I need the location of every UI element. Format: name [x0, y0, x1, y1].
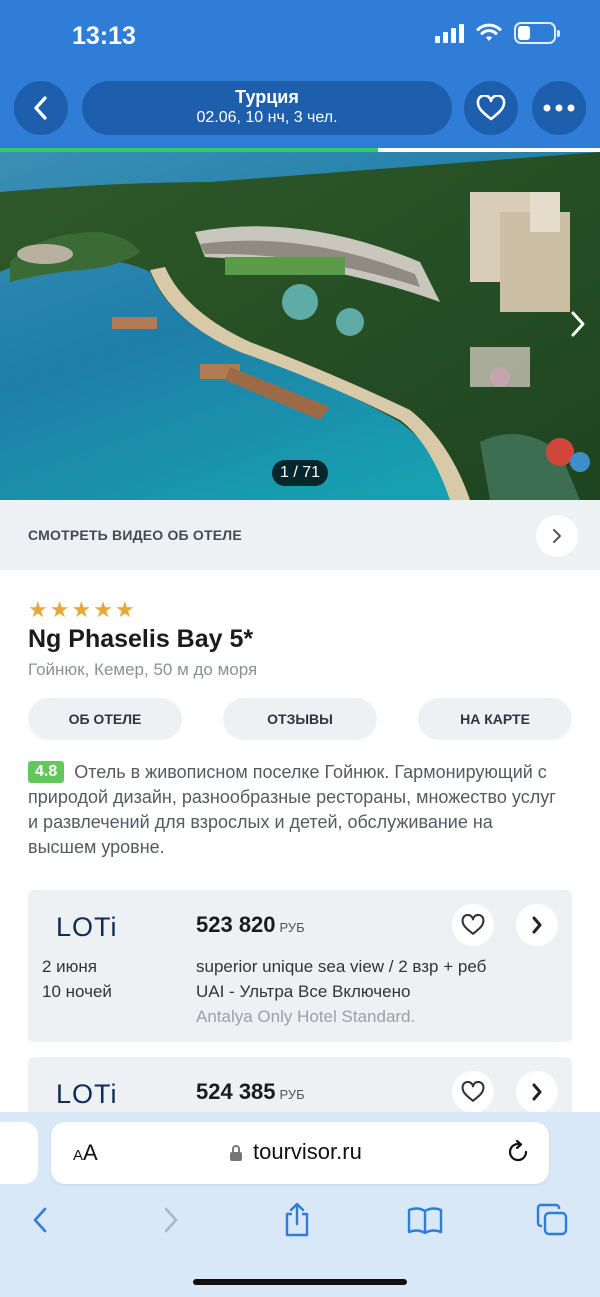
heart-icon	[476, 95, 506, 121]
status-time: 13:13	[72, 22, 136, 50]
bookmarks-button[interactable]	[405, 1200, 445, 1240]
wifi-icon	[476, 23, 502, 41]
chevron-right-icon	[532, 916, 542, 934]
battery-icon	[514, 22, 560, 44]
offer-open-button[interactable]	[516, 904, 558, 946]
hotel-stars: ★ ★ ★ ★ ★	[28, 598, 135, 622]
offer-meal: UAI - Ультра Все Включено	[196, 982, 411, 1001]
favorite-button[interactable]	[464, 81, 518, 135]
status-icons	[435, 22, 560, 44]
rating-badge: 4.8	[28, 761, 65, 783]
more-dots-icon	[543, 104, 575, 112]
hotel-photo[interactable]	[0, 152, 600, 500]
address-bar[interactable]: AA tourvisor.ru	[51, 1122, 549, 1184]
more-button[interactable]	[532, 81, 586, 135]
offer-nights: 10 ночей	[42, 982, 112, 1001]
offer-card[interactable]: LOTi 523 820 РУБ 2 июня 10 ночей superior…	[28, 890, 572, 1042]
offer-date: 2 июня	[42, 957, 98, 976]
star-icon: ★	[114, 597, 135, 622]
offer-favorite-button[interactable]	[452, 1071, 494, 1113]
reload-icon[interactable]	[505, 1139, 531, 1165]
tabs-button[interactable]	[532, 1200, 572, 1240]
forward-arrow-icon	[164, 1207, 178, 1233]
offer-price-value: 523 820	[196, 912, 276, 937]
hotel-video-button[interactable]	[536, 515, 578, 557]
search-summary-button[interactable]: Турция 02.06, 10 нч, 3 чел.	[82, 81, 452, 135]
photo-counter: 1 / 71	[272, 460, 328, 486]
browser-toolbar	[0, 1200, 600, 1240]
hotel-photo-illustration	[0, 152, 600, 500]
search-destination: Турция	[235, 87, 299, 107]
chevron-right-icon	[571, 311, 585, 337]
chevron-right-icon	[553, 529, 561, 543]
offer-currency: РУБ	[279, 920, 305, 935]
cellular-signal-icon	[435, 23, 464, 43]
offer-dates: 2 июня 10 ночей	[42, 954, 112, 1004]
star-icon: ★	[71, 597, 92, 622]
offer-price: 523 820 РУБ	[196, 912, 305, 938]
search-params: 02.06, 10 нч, 3 чел.	[196, 109, 338, 126]
hotel-description-block: 4.8 Отель в живописном поселке Гойнюк. Га…	[28, 760, 558, 860]
star-icon: ★	[28, 597, 48, 622]
hotel-location: Гойнюк, Кемер, 50 м до моря	[28, 660, 258, 679]
share-icon	[285, 1202, 309, 1237]
chevron-right-icon	[532, 1083, 542, 1101]
next-photo-button[interactable]	[570, 310, 586, 346]
share-button[interactable]	[277, 1200, 317, 1240]
offer-card[interactable]: LOTi 524 385 РУБ	[28, 1057, 572, 1117]
hotel-video-label: СМОТРЕТЬ ВИДЕО ОБ ОТЕЛЕ	[28, 527, 242, 543]
previous-tab-preview[interactable]	[0, 1122, 38, 1184]
hotel-tabs: ОБ ОТЕЛЕ ОТЗЫВЫ НА КАРТЕ	[28, 698, 572, 740]
operator-logo: LOTi	[56, 1079, 118, 1109]
url-text: tourvisor.ru	[253, 1139, 362, 1164]
offer-details: superior unique sea view / 2 взр + реб U…	[196, 954, 486, 1029]
star-icon: ★	[49, 597, 70, 622]
offer-room: superior unique sea view / 2 взр + реб	[196, 957, 487, 976]
hotel-name: Ng Phaselis Bay 5*	[28, 625, 254, 653]
back-button[interactable]	[14, 81, 68, 135]
tab-about[interactable]: ОБ ОТЕЛЕ	[28, 698, 182, 740]
browser-back-button[interactable]	[20, 1200, 60, 1240]
offer-currency: РУБ	[279, 1087, 305, 1102]
back-arrow-icon	[33, 1207, 47, 1233]
offer-price-value: 524 385	[196, 1079, 276, 1104]
tab-map[interactable]: НА КАРТЕ	[418, 698, 572, 740]
offer-open-button[interactable]	[516, 1071, 558, 1113]
bookmarks-icon	[407, 1207, 443, 1235]
tabs-icon	[536, 1203, 568, 1236]
heart-icon	[461, 1081, 485, 1102]
home-indicator	[193, 1279, 407, 1285]
hotel-video-row[interactable]: СМОТРЕТЬ ВИДЕО ОБ ОТЕЛЕ	[0, 500, 600, 570]
offer-favorite-button[interactable]	[452, 904, 494, 946]
heart-icon	[461, 914, 485, 935]
hotel-description: Отель в живописном поселке Гойнюк. Гармо…	[28, 762, 556, 857]
text-size-large-label: A	[83, 1140, 98, 1165]
browser-bottom-bar: AA tourvisor.ru	[0, 1112, 600, 1297]
back-arrow-icon	[34, 96, 47, 120]
lock-icon	[230, 1145, 242, 1161]
text-size-button[interactable]: AA	[73, 1140, 98, 1166]
app-header: 13:13 Турция 02.06, 10 нч, 3 чел.	[0, 0, 600, 152]
operator-logo: LOTi	[56, 912, 118, 942]
text-size-small-label: A	[73, 1147, 84, 1164]
browser-forward-button[interactable]	[151, 1200, 191, 1240]
tab-reviews[interactable]: ОТЗЫВЫ	[223, 698, 377, 740]
offer-price: 524 385 РУБ	[196, 1079, 305, 1105]
offer-operator-note: Antalya Only Hotel Standard.	[196, 1007, 416, 1026]
star-icon: ★	[93, 597, 113, 622]
